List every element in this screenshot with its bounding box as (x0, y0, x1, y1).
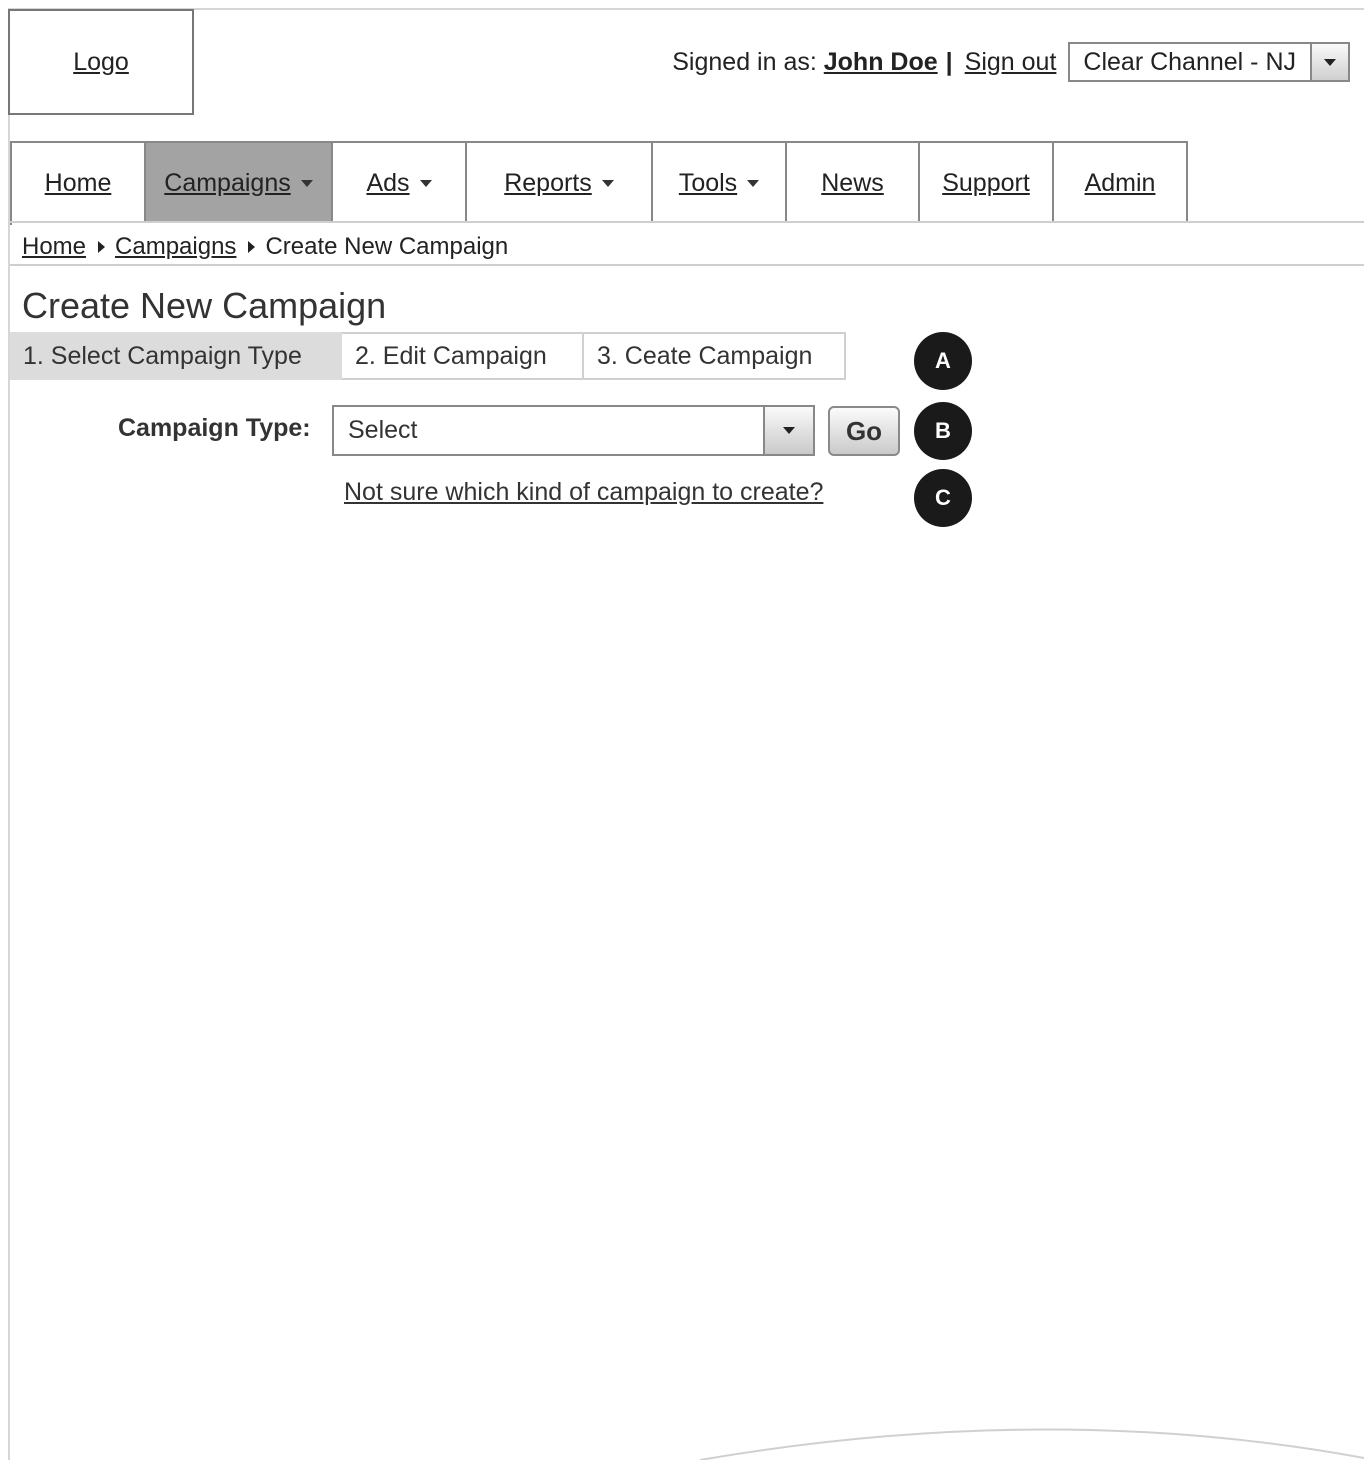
nav-tab-label: Campaigns (164, 168, 291, 197)
caret-right-icon (248, 241, 256, 253)
page-title: Create New Campaign (22, 285, 387, 326)
organization-value: Clear Channel - NJ (1083, 48, 1296, 76)
breadcrumb-current: Create New Campaign (265, 233, 509, 260)
nav-divider (10, 221, 1364, 223)
breadcrumb-home[interactable]: Home (22, 233, 86, 261)
page-frame-top (8, 8, 1364, 10)
breadcrumb-campaigns[interactable]: Campaigns (115, 233, 236, 261)
page-frame-left (8, 8, 10, 1460)
campaign-type-value: Select (348, 416, 418, 444)
nav-tab-label: Admin (1084, 168, 1156, 197)
breadcrumb-divider (10, 264, 1364, 266)
chevron-down-icon (601, 179, 614, 187)
step-label: 3. Ceate Campaign (597, 341, 813, 370)
user-bar: Signed in as: John Doe | Sign out Clear … (672, 41, 1350, 83)
nav-tab-news[interactable]: News (787, 143, 920, 223)
annotation-badge-c: C (914, 469, 972, 527)
chevron-down-icon (747, 179, 760, 187)
nav-tab-home[interactable]: Home (12, 143, 146, 223)
campaign-help-link[interactable]: Not sure which kind of campaign to creat… (344, 478, 823, 507)
nav-tab-label: Support (942, 168, 1030, 197)
decorative-curve (699, 1428, 1364, 1460)
nav-tab-label: News (821, 168, 884, 197)
logo[interactable]: Logo (8, 9, 194, 115)
nav-tab-label: Tools (678, 168, 738, 197)
campaign-type-select[interactable]: Select (332, 405, 815, 456)
step-create-campaign[interactable]: 3. Ceate Campaign (584, 332, 846, 380)
step-edit-campaign[interactable]: 2. Edit Campaign (342, 332, 584, 380)
chevron-down-icon (783, 427, 795, 434)
annotation-badge-b: B (914, 402, 972, 460)
nav-tab-admin[interactable]: Admin (1054, 143, 1188, 223)
nav-tab-label: Reports (504, 168, 592, 197)
step-select-campaign-type[interactable]: 1. Select Campaign Type (10, 332, 342, 380)
campaign-type-dropdown-button[interactable] (763, 407, 813, 454)
go-button[interactable]: Go (828, 406, 900, 456)
step-label: 1. Select Campaign Type (23, 341, 302, 370)
nav-tab-label: Home (44, 168, 112, 197)
chevron-down-icon (300, 179, 313, 187)
nav-tab-ads[interactable]: Ads (333, 143, 467, 223)
nav-tab-label: Ads (366, 168, 410, 197)
nav-tab-campaigns[interactable]: Campaigns (146, 143, 333, 223)
nav-tab-support[interactable]: Support (920, 143, 1054, 223)
user-separator: | (945, 47, 953, 76)
nav-tab-reports[interactable]: Reports (467, 143, 653, 223)
wizard-steps: 1. Select Campaign Type 2. Edit Campaign… (10, 332, 846, 380)
organization-select[interactable]: Clear Channel - NJ (1068, 42, 1350, 82)
main-nav: Home Campaigns Ads Reports Tools News Su… (10, 141, 1188, 225)
chevron-down-icon (419, 179, 432, 187)
caret-right-icon (98, 241, 106, 253)
breadcrumb: Home Campaigns Create New Campaign (22, 229, 508, 265)
chevron-down-icon (1324, 58, 1336, 66)
sign-out-link[interactable]: Sign out (965, 48, 1057, 77)
step-label: 2. Edit Campaign (355, 341, 547, 370)
username-link[interactable]: John Doe (824, 48, 938, 77)
annotation-badge-a: A (914, 332, 972, 390)
campaign-type-label: Campaign Type: (118, 414, 311, 442)
organization-dropdown-button[interactable] (1310, 44, 1348, 80)
signed-in-prefix: Signed in as: (672, 47, 817, 76)
nav-tab-tools[interactable]: Tools (653, 143, 787, 223)
